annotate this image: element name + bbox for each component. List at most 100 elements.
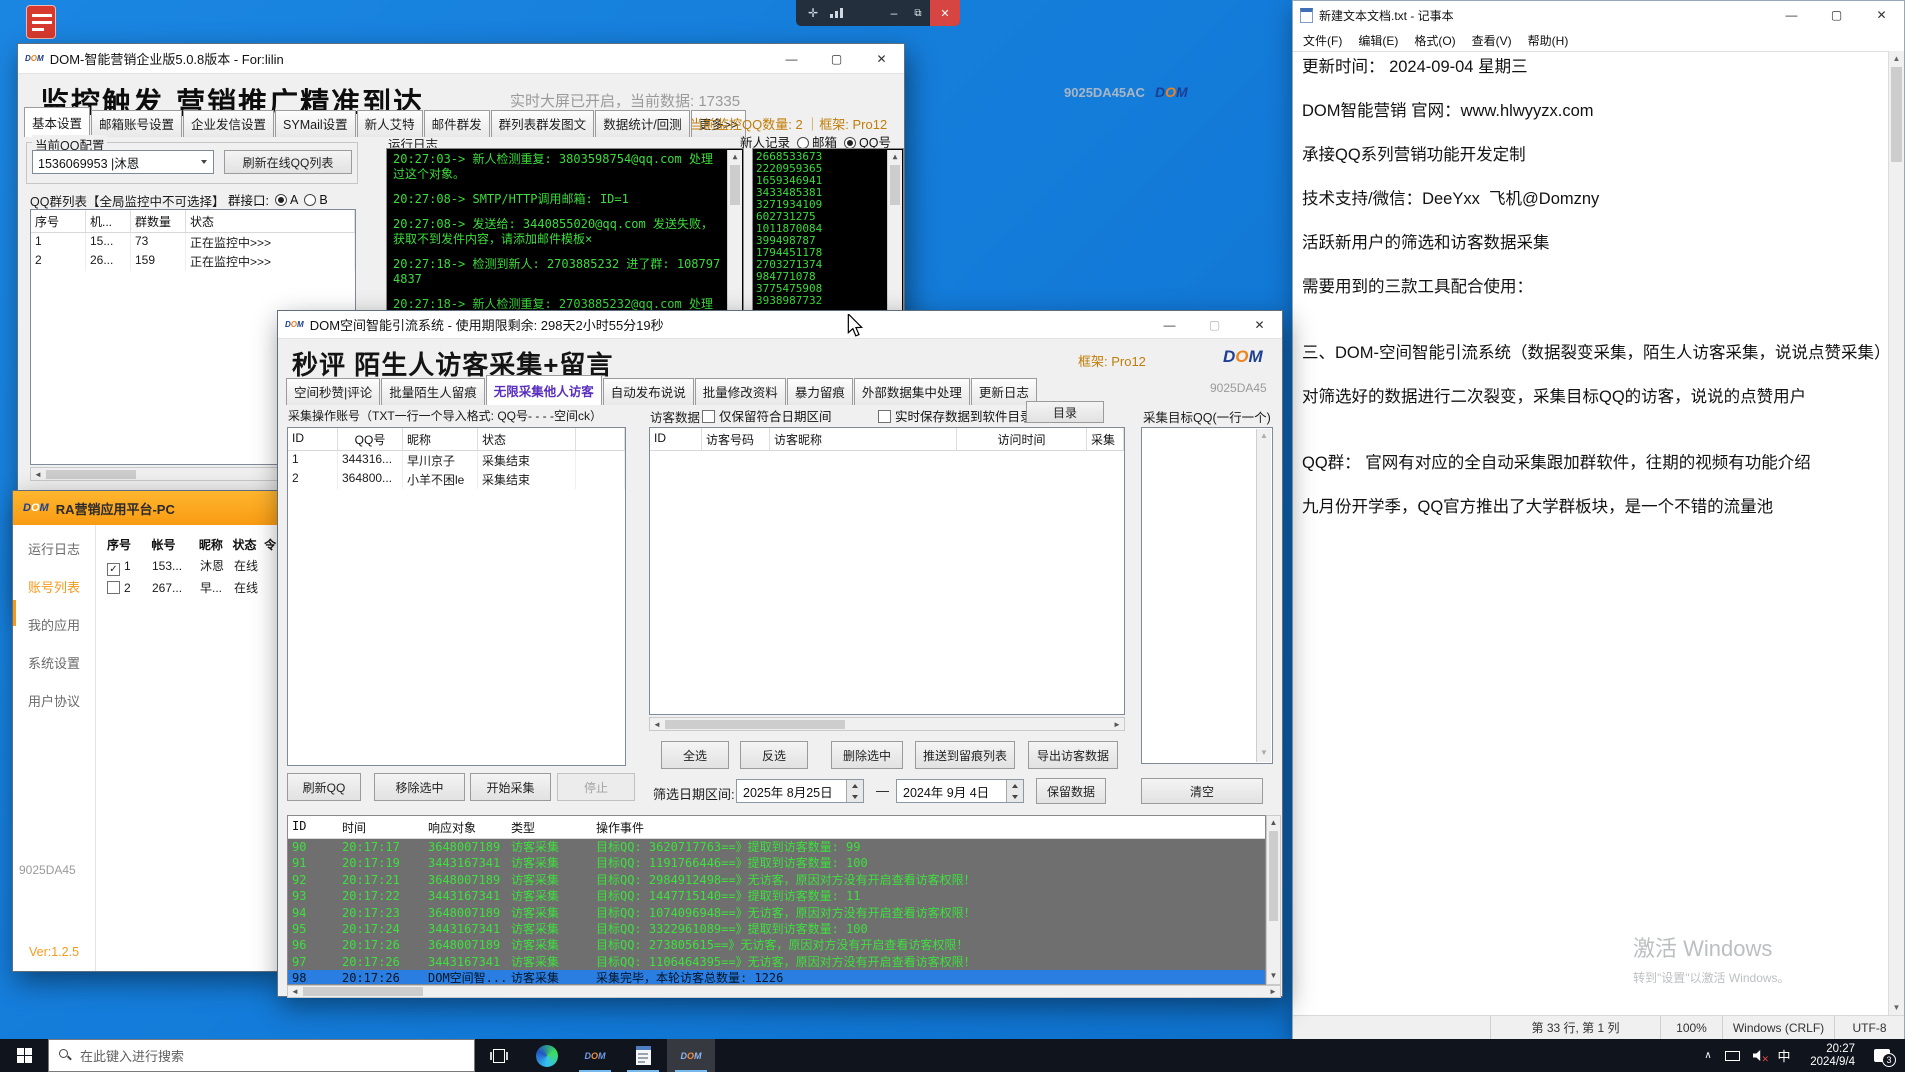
notepad-vscrollbar[interactable]: ▲ ▼: [1888, 51, 1904, 1015]
action-center-icon[interactable]: 3: [1859, 1039, 1905, 1072]
log-hscrollbar[interactable]: ◄►: [287, 985, 1281, 998]
push-to-list-button[interactable]: 推送到留痕列表: [915, 741, 1015, 769]
chevron-down-icon[interactable]: [195, 160, 213, 164]
notepad-text-area[interactable]: 更新时间： 2024-09-04 星期三DOM智能营销 官网：www.hlwyy…: [1293, 51, 1888, 1015]
stop-button[interactable]: 停止: [557, 773, 635, 801]
tab-item[interactable]: 企业发信设置: [183, 110, 274, 137]
log-row[interactable]: 97 20:17:26 3443167341 访客采集 目标QQ: 110646…: [288, 954, 1265, 970]
minimize-icon[interactable]: —: [1769, 1, 1814, 29]
checkbox-icon[interactable]: ✓: [107, 563, 120, 576]
tab-item[interactable]: 自动发布说说: [603, 378, 694, 405]
refresh-qq-button[interactable]: 刷新QQ: [287, 773, 361, 801]
account-row[interactable]: 1 344316... 早川京子 采集结束: [288, 451, 625, 470]
remove-selected-button[interactable]: 移除选中: [374, 773, 465, 801]
ra-account-row[interactable]: ✓1 153... 沐恩 在线: [103, 555, 279, 577]
realtime-save-checkbox[interactable]: 实时保存数据到软件目录: [878, 406, 1033, 425]
tab-item[interactable]: 暴力留痕: [787, 378, 853, 405]
export-visitors-button[interactable]: 导出访客数据: [1028, 741, 1118, 769]
log-row[interactable]: 98 20:17:26 DOM空间智... 访客采集 采集完毕，本轮访客总数量:…: [288, 970, 1265, 985]
tab-item[interactable]: 无限采集他人访客: [486, 375, 602, 405]
maximize-icon[interactable]: ▢: [1192, 311, 1237, 338]
tray-chevron-up-icon[interactable]: ∧: [1697, 1039, 1719, 1072]
taskbar-clock[interactable]: 20:27 2024/9/4: [1797, 1043, 1859, 1069]
tab-item[interactable]: 新人艾特: [357, 110, 423, 137]
log-row[interactable]: 96 20:17:26 3648007189 访客采集 目标QQ: 273805…: [288, 937, 1265, 953]
tab-item[interactable]: 基本设置: [24, 107, 90, 137]
taskbar-dom-button-1[interactable]: DOM: [571, 1039, 619, 1072]
network-icon[interactable]: [1719, 1039, 1745, 1072]
tab-item[interactable]: 邮箱账号设置: [91, 110, 182, 137]
close-icon[interactable]: ✕: [1237, 311, 1282, 338]
menu-item[interactable]: 格式(O): [1406, 29, 1463, 52]
date-spinner[interactable]: [1006, 780, 1023, 802]
ra-titlebar[interactable]: DOM RA营销应用平台-PC: [13, 491, 279, 525]
minimize-icon[interactable]: —: [1147, 311, 1192, 338]
log-row[interactable]: 91 20:17:19 3443167341 访客采集 目标QQ: 119176…: [288, 855, 1265, 871]
toolbar-fullscreen-icon[interactable]: ⧉: [906, 8, 930, 19]
tab-item[interactable]: 批量修改资料: [695, 378, 786, 405]
log-row[interactable]: 92 20:17:21 3648007189 访客采集 目标QQ: 298491…: [288, 872, 1265, 888]
tab-item[interactable]: 数据统计/回测: [595, 110, 689, 137]
task-view-button[interactable]: [475, 1039, 523, 1072]
menu-item[interactable]: 文件(F): [1295, 29, 1350, 52]
listbox-vscrollbar[interactable]: ▲▼: [1256, 429, 1271, 762]
invert-select-button[interactable]: 反选: [740, 741, 808, 769]
operation-log-table[interactable]: ID 时间 响应对象 类型 操作事件 90 20:17:17 364800718…: [287, 815, 1266, 985]
ra-menu-item[interactable]: 我的应用: [17, 611, 91, 638]
taskbar-notepad-button[interactable]: [619, 1039, 667, 1072]
taskbar-dom-button-2-active[interactable]: DOM: [667, 1039, 715, 1072]
log-row[interactable]: 94 20:17:23 3648007189 访客采集 目标QQ: 107409…: [288, 905, 1265, 921]
date-from-input[interactable]: 2025年 8月25日: [736, 779, 864, 803]
scrollbar-thumb[interactable]: [1891, 67, 1902, 162]
toolbar-close-icon[interactable]: ✕: [930, 0, 960, 26]
tab-item[interactable]: 空间秒赞|评论: [286, 378, 380, 405]
close-icon[interactable]: ✕: [859, 44, 904, 73]
tab-item[interactable]: 批量陌生人留痕: [381, 378, 485, 405]
ime-indicator[interactable]: 中: [1771, 1039, 1797, 1072]
log-row[interactable]: 90 20:17:17 3648007189 访客采集 目标QQ: 362071…: [288, 839, 1265, 855]
tab-item[interactable]: 外部数据集中处理: [854, 378, 970, 405]
maximize-icon[interactable]: ▢: [1814, 1, 1859, 29]
tab-item[interactable]: SYMail设置: [275, 110, 356, 137]
delete-selected-button[interactable]: 删除选中: [831, 741, 903, 769]
menu-item[interactable]: 查看(V): [1464, 29, 1520, 52]
ra-menu-item[interactable]: 账号列表: [17, 573, 91, 600]
window-a-titlebar[interactable]: DOM DOM-智能营销企业版5.0.8版本 - For:lilin — ▢ ✕: [18, 44, 904, 74]
date-to-input[interactable]: 2024年 9月 4日: [896, 779, 1024, 803]
visitor-table-hscrollbar[interactable]: ◄►: [649, 717, 1125, 731]
ra-account-row[interactable]: 2 267... 早... 在线: [103, 577, 279, 599]
desktop-icon[interactable]: [26, 5, 58, 43]
notepad-titlebar[interactable]: 新建文本文档.txt - 记事本 — ▢ ✕: [1293, 1, 1904, 29]
account-table[interactable]: ID QQ号 昵称 状态 1 344316... 早川京子 采集结束 2 364…: [287, 427, 626, 766]
clear-button[interactable]: 清空: [1141, 778, 1263, 804]
tab-item[interactable]: 邮件群发: [424, 110, 490, 137]
taskbar-search-box[interactable]: 在此键入进行搜索: [48, 1039, 475, 1072]
log-vscrollbar[interactable]: ▲▼: [1266, 815, 1281, 985]
port-b-radio[interactable]: B: [304, 193, 327, 207]
ra-menu-item[interactable]: 用户协议: [17, 687, 91, 714]
toolbar-minimize-icon[interactable]: –: [882, 6, 906, 20]
menu-item[interactable]: 编辑(E): [1350, 29, 1406, 52]
ra-menu-item[interactable]: 运行日志: [17, 535, 91, 562]
ra-account-table[interactable]: 序号 帐号 昵称 状态 令 ✓1 153... 沐恩 在线 2 267... 早…: [103, 533, 279, 599]
log-row[interactable]: 93 20:17:22 3443167341 访客采集 目标QQ: 144771…: [288, 888, 1265, 904]
status-zoom[interactable]: 100%: [1660, 1016, 1722, 1039]
window-b-titlebar[interactable]: DOM DOM空间智能引流系统 - 使用期限剩余: 298天2小时55分19秒 …: [278, 311, 1282, 339]
port-a-radio[interactable]: A: [275, 193, 298, 207]
crosshair-icon[interactable]: ✛: [808, 6, 818, 20]
keep-range-checkbox[interactable]: 仅保留符合日期区间: [702, 406, 832, 425]
start-button[interactable]: [0, 1039, 48, 1072]
taskbar-edge-button[interactable]: [523, 1039, 571, 1072]
close-icon[interactable]: ✕: [1859, 1, 1904, 29]
table-row[interactable]: 2 26... 159 正在监控中>>>: [31, 252, 355, 271]
start-collect-button[interactable]: 开始采集: [470, 773, 551, 801]
table-row[interactable]: 1 15... 73 正在监控中>>>: [31, 233, 355, 252]
qq-combobox[interactable]: 1536069953 |沐恩: [32, 150, 214, 174]
minimize-icon[interactable]: —: [769, 44, 814, 73]
log-row[interactable]: 95 20:17:24 3443167341 访客采集 目标QQ: 332296…: [288, 921, 1265, 937]
ra-menu-item[interactable]: 系统设置: [17, 649, 91, 676]
account-row[interactable]: 2 364800... 小羊不困le 采集结束: [288, 470, 625, 489]
visitor-table[interactable]: ID 访客号码 访客昵称 访问时间 采集: [649, 427, 1125, 715]
maximize-icon[interactable]: ▢: [814, 44, 859, 73]
keep-data-button[interactable]: 保留数据: [1036, 778, 1106, 804]
